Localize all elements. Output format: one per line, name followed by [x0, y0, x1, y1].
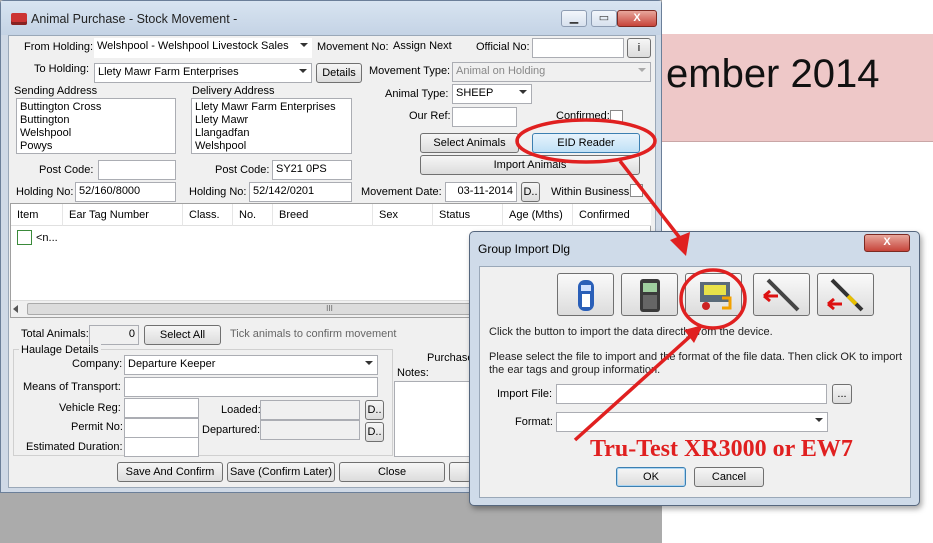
tru-test-annotation: Tru-Test XR3000 or EW7: [590, 436, 853, 462]
eid-reader-circle: [515, 118, 657, 164]
device-button-circle: [679, 268, 747, 330]
arrow-to-dialog: [618, 159, 685, 244]
arrow-to-device-button: [573, 330, 697, 442]
